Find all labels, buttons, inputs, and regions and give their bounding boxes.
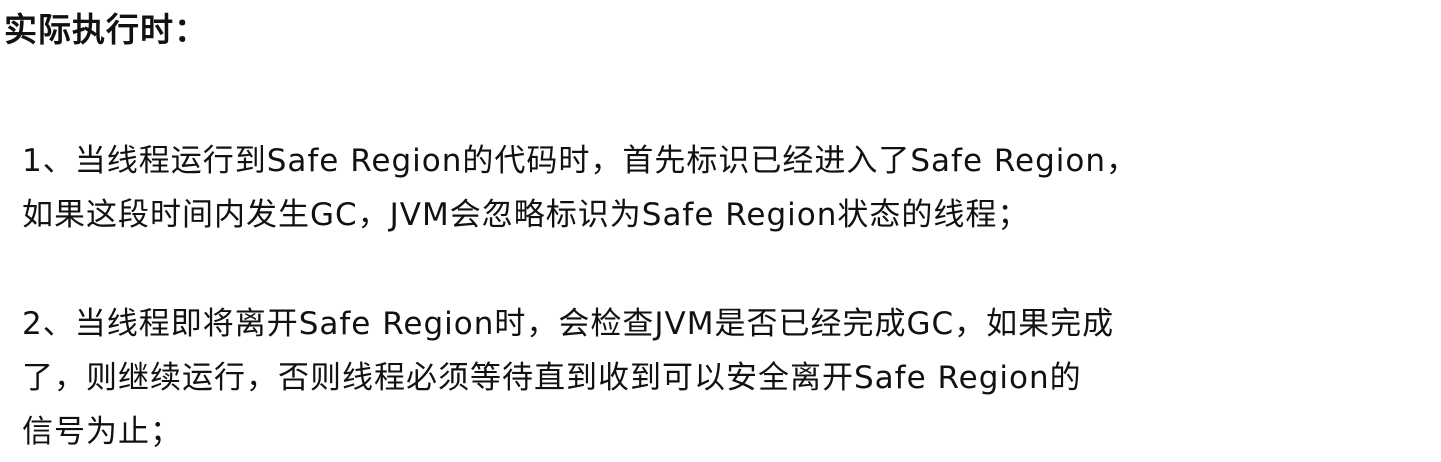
paragraph-1: 1、当线程运行到Safe Region的代码时，首先标识已经进入了Safe Re… (22, 134, 1138, 242)
paragraph-1-line-2: 如果这段时间内发生GC，JVM会忽略标识为Safe Region状态的线程； (22, 197, 1030, 233)
paragraph-2-line-3: 信号为止； (22, 414, 182, 450)
paragraph-1-line-1: 1、当线程运行到Safe Region的代码时，首先标识已经进入了Safe Re… (22, 143, 1138, 179)
paragraph-2: 2、当线程即将离开Safe Region时，会检查JVM是否已经完成GC，如果完… (22, 297, 1114, 459)
paragraph-2-line-1: 2、当线程即将离开Safe Region时，会检查JVM是否已经完成GC，如果完… (22, 306, 1115, 342)
page-heading: 实际执行时： (4, 10, 208, 49)
paragraph-2-line-2: 了，则继续运行，否则线程必须等待直到收到可以安全离开Safe Region的 (22, 360, 1082, 396)
